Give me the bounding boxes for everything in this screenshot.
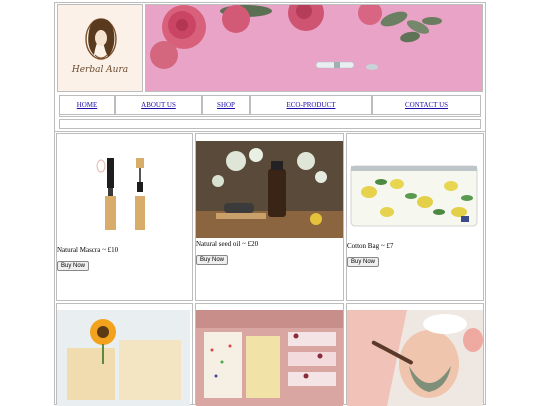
- product-name: Natural seed oil ~ £20: [196, 240, 259, 248]
- woman-portrait-logo-icon: [85, 18, 117, 60]
- buy-now-button[interactable]: Buy Now: [347, 257, 380, 267]
- product-name: Cotton Bag ~ £7: [347, 242, 394, 250]
- product-name: Natural Mascra ~ £10: [57, 246, 119, 254]
- flower-soap-product-image[interactable]: [57, 310, 190, 406]
- spacer-row: [59, 119, 481, 129]
- buy-now-button[interactable]: Buy Now: [57, 261, 90, 271]
- nav-link-about-us[interactable]: ABOUT US: [141, 101, 176, 109]
- product-card-mascara: Natural Mascra ~ £10 Buy Now: [56, 133, 193, 301]
- hero-banner-image: [145, 4, 483, 92]
- nav-link-shop[interactable]: SHOP: [217, 101, 235, 109]
- logo[interactable]: Herbal Aura: [57, 4, 143, 92]
- face-mask-product-image[interactable]: [347, 310, 483, 406]
- nav-item-home[interactable]: HOME: [59, 95, 115, 115]
- nav-item-contact-us[interactable]: CONTACT US: [372, 95, 481, 115]
- logo-text: Herbal Aura: [71, 65, 129, 75]
- product-card-rose-soap: [195, 303, 344, 406]
- seed-oil-product-image[interactable]: [196, 141, 343, 238]
- product-card-face-mask: [346, 303, 484, 406]
- buy-now-button[interactable]: Buy Now: [196, 255, 229, 265]
- rose-soap-product-image[interactable]: [196, 310, 343, 406]
- nav-item-about-us[interactable]: ABOUT US: [115, 95, 202, 115]
- banner-illustration: [146, 5, 482, 91]
- product-card-cotton-bag: Cotton Bag ~ £7 Buy Now: [346, 133, 484, 301]
- nav-item-shop[interactable]: SHOP: [202, 95, 250, 115]
- nav-link-contact-us[interactable]: CONTACT US: [405, 101, 448, 109]
- nav-link-home[interactable]: HOME: [77, 101, 98, 109]
- mascara-product-image[interactable]: [57, 140, 194, 240]
- product-card-seed-oil: Natural seed oil ~ £20 Buy Now: [195, 133, 344, 301]
- nav-item-eco-product[interactable]: ECO-PRODUCT: [250, 95, 372, 115]
- nav-link-eco-product[interactable]: ECO-PRODUCT: [286, 101, 335, 109]
- cotton-bag-product-image[interactable]: [347, 142, 483, 237]
- product-card-flower-soap: [56, 303, 193, 406]
